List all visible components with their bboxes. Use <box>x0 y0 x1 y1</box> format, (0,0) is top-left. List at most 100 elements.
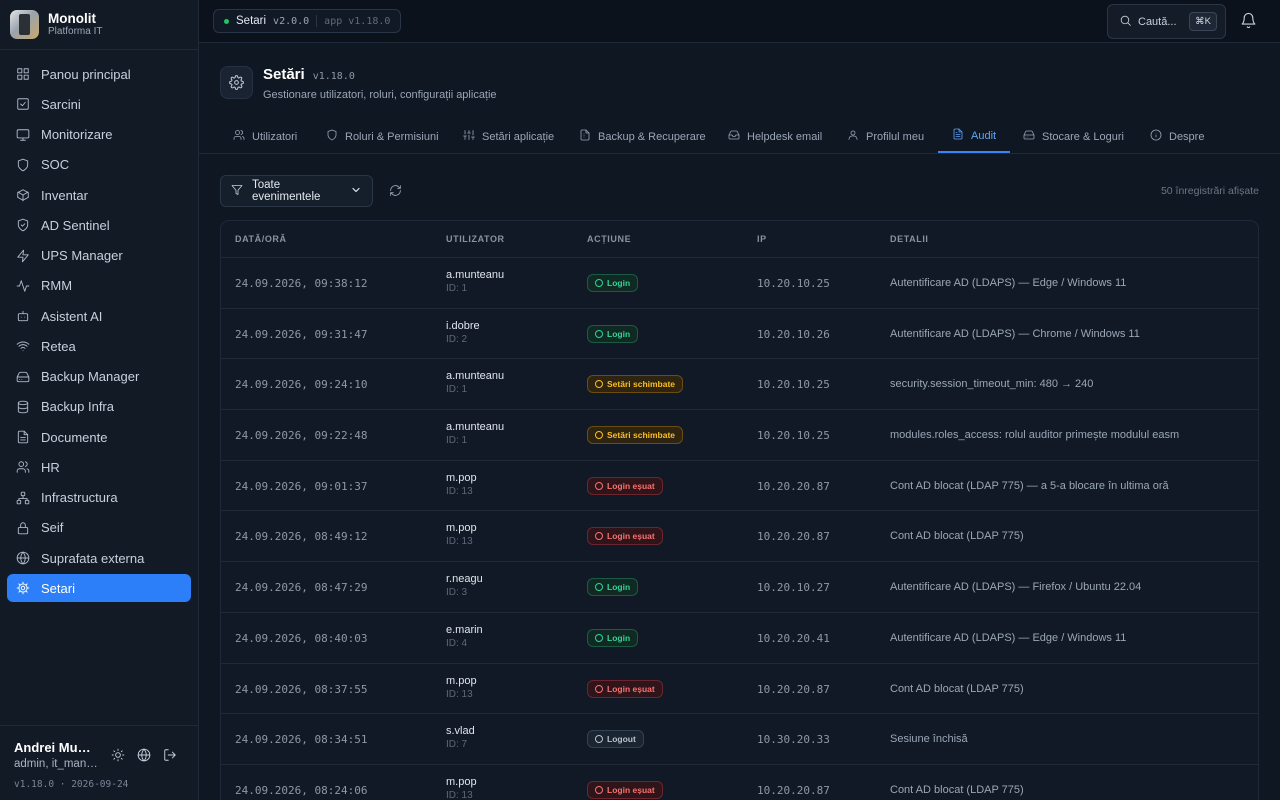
row-action: Login eșuat <box>587 780 663 799</box>
chevron-down-icon <box>350 184 362 199</box>
tab-roluri-permisiuni[interactable]: Roluri & Permisiuni <box>326 120 439 153</box>
logout-icon[interactable] <box>163 748 177 765</box>
notifications-bell-icon[interactable] <box>1240 12 1257 32</box>
sidebar-item-sarcini[interactable]: Sarcini <box>7 90 191 118</box>
tab-label: Stocare & Loguri <box>1042 130 1124 143</box>
sidebar-item-retea[interactable]: Retea <box>7 332 191 360</box>
sidebar-item-rmm[interactable]: RMM <box>7 272 191 300</box>
tab-set-ri-aplica-ie[interactable]: Setări aplicație <box>463 120 554 153</box>
sidebar-item-hr[interactable]: HR <box>7 453 191 481</box>
language-globe-icon[interactable] <box>137 748 151 765</box>
sidebar-item-asistent-ai[interactable]: Asistent AI <box>7 302 191 330</box>
row-details: Cont AD blocat (LDAP 775) <box>890 530 1024 543</box>
lock-icon <box>16 521 30 535</box>
globe-icon <box>16 551 30 565</box>
tab-backup-recuperare[interactable]: Backup & Recuperare <box>579 120 706 153</box>
row-user-id: ID: 13 <box>446 485 473 497</box>
row-user-id: ID: 3 <box>446 587 468 599</box>
row-action: Login <box>587 324 639 343</box>
row-user: m.pop ID: 13 <box>446 522 477 547</box>
user-icon <box>847 129 859 144</box>
hard-drive-icon <box>1023 129 1035 144</box>
sidebar-item-backup-manager[interactable]: Backup Manager <box>7 363 191 391</box>
refresh-icon[interactable] <box>389 184 402 200</box>
user-name[interactable]: Andrei Munteanu <box>14 740 98 755</box>
sidebar-item-inventar[interactable]: Inventar <box>7 181 191 209</box>
sidebar-item-soc[interactable]: SOC <box>7 151 191 179</box>
tab-utilizatori[interactable]: Utilizatori <box>233 120 297 153</box>
sidebar-item-label: UPS Manager <box>41 248 123 263</box>
row-action: Login <box>587 274 639 292</box>
brand[interactable]: Monolit Platforma IT <box>0 0 198 50</box>
table-row[interactable]: 24.09.2026, 09:31:47 i.dobre ID: 2 Login 10.… <box>221 309 1258 360</box>
table-row[interactable]: 24.09.2026, 09:22:48 a.munteanu ID: 1 Setăr… <box>221 410 1258 461</box>
row-username: s.vlad <box>446 725 475 738</box>
row-details: Autentificare AD (LDAPS) — Edge / Window… <box>890 631 1127 644</box>
table-row[interactable]: 24.09.2026, 08:40:03 e.marin ID: 4 Login 10.… <box>221 613 1258 664</box>
sidebar-item-backup-infra[interactable]: Backup Infra <box>7 393 191 421</box>
sidebar: Monolit Platforma IT Panou principal Sarc… <box>0 0 199 800</box>
row-ip: 10.20.10.25 <box>757 277 830 290</box>
tab-profilul-meu[interactable]: Profilul meu <box>847 120 924 153</box>
table-row[interactable]: 24.09.2026, 09:01:37 m.pop ID: 13 Login eșu… <box>221 461 1258 512</box>
tab-stocare-loguri[interactable]: Stocare & Loguri <box>1023 120 1124 153</box>
search-icon <box>1119 14 1132 30</box>
row-details: Autentificare AD (LDAPS) — Chrome / Wind… <box>890 327 1140 340</box>
action-badge: Login <box>587 628 639 647</box>
table-row[interactable]: 24.09.2026, 09:24:10 a.munteanu ID: 1 Setăr… <box>221 359 1258 411</box>
sidebar-item-label: Infrastructura <box>41 490 118 505</box>
sidebar-item-monitorizare[interactable]: Monitorizare <box>7 121 191 149</box>
row-datetime: 24.09.2026, 09:24:10 <box>235 378 368 392</box>
theme-sun-icon[interactable] <box>111 748 125 765</box>
row-username: i.dobre <box>446 319 480 332</box>
tab-label: Backup & Recuperare <box>598 130 706 143</box>
action-status-icon <box>595 633 603 642</box>
brand-name: Monolit <box>48 11 96 26</box>
table-row[interactable]: 24.09.2026, 08:37:55 m.pop ID: 13 Login eșu… <box>221 664 1258 715</box>
shield-icon <box>326 129 338 144</box>
sidebar-item-label: Panou principal <box>41 66 131 82</box>
row-username: r.neagu <box>446 573 483 586</box>
sidebar-item-infrastructura[interactable]: Infrastructura <box>7 484 191 512</box>
table-row[interactable]: 24.09.2026, 08:49:12 m.pop ID: 13 Login eșu… <box>221 511 1258 563</box>
tab-despre[interactable]: Despre <box>1150 120 1204 153</box>
sidebar-item-ad-sentinel[interactable]: AD Sentinel <box>7 211 191 239</box>
row-datetime: 24.09.2026, 08:37:55 <box>235 682 368 696</box>
row-username: a.munteanu <box>446 370 505 383</box>
file-text-icon <box>952 128 964 143</box>
app-context-pill[interactable]: Setari v2.0.0 app v1.18.0 <box>213 9 402 33</box>
table-row[interactable]: 24.09.2026, 09:38:12 a.munteanu ID: 1 Login… <box>221 258 1258 309</box>
row-datetime: 24.09.2026, 08:49:12 <box>235 530 368 544</box>
row-user-id: ID: 1 <box>446 283 468 294</box>
action-badge: Login eșuat <box>587 527 663 546</box>
info-icon <box>1150 129 1162 144</box>
app-logo <box>10 10 39 39</box>
search-placeholder: Caută... <box>1138 15 1177 28</box>
divider <box>316 15 318 27</box>
row-user-id: ID: 4 <box>446 637 468 649</box>
tab-helpdesk-email[interactable]: Helpdesk email <box>728 120 822 153</box>
row-details: Sesiune închisă <box>890 733 968 746</box>
row-username: m.pop <box>446 471 477 484</box>
sidebar-item-label: SOC <box>41 157 70 173</box>
row-username: m.pop <box>446 775 477 788</box>
sidebar-item-suprafata-externa[interactable]: Suprafata externa <box>7 544 191 572</box>
sidebar-item-ups-manager[interactable]: UPS Manager <box>7 242 191 270</box>
table-row[interactable]: 24.09.2026, 08:24:06 m.pop ID: 13 Login eșu… <box>221 765 1258 800</box>
row-username: a.munteanu <box>446 269 505 281</box>
search-button[interactable]: Caută... ⌘K <box>1107 4 1226 39</box>
row-user: a.munteanu ID: 1 <box>446 269 504 294</box>
filter-icon <box>231 184 243 199</box>
action-badge: Setări schimbate <box>587 375 684 394</box>
sidebar-item-panou-principal[interactable]: Panou principal <box>7 60 191 88</box>
activity-icon <box>16 279 30 293</box>
tab-label: Despre <box>1169 130 1205 143</box>
sidebar-item-seif[interactable]: Seif <box>7 514 191 542</box>
table-row[interactable]: 24.09.2026, 08:34:51 s.vlad ID: 7 Logout 10.… <box>221 714 1258 765</box>
event-filter-select[interactable]: Toate evenimentele <box>220 175 373 207</box>
sidebar-item-setari[interactable]: Setari <box>7 574 191 603</box>
sidebar-item-documente[interactable]: Documente <box>7 423 191 451</box>
row-username: a.munteanu <box>446 421 505 434</box>
table-row[interactable]: 24.09.2026, 08:47:29 r.neagu ID: 3 Login 10.… <box>221 562 1258 613</box>
tab-audit[interactable]: Audit <box>938 120 1011 153</box>
